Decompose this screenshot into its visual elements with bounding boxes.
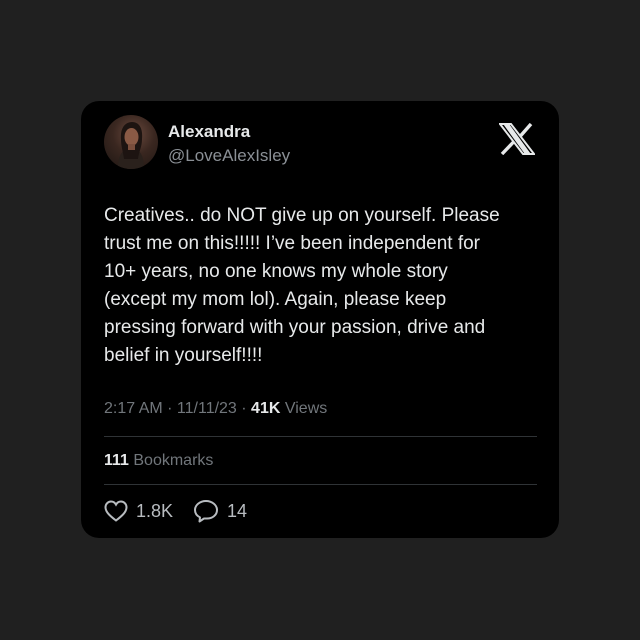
tweet-time[interactable]: 2:17 AM [104, 400, 163, 417]
like-button[interactable]: 1.8K [104, 500, 173, 522]
reply-icon [194, 500, 219, 523]
tweet-meta: 2:17 AM · 11/11/23 · 41K Views [104, 400, 327, 418]
divider [104, 484, 537, 485]
author-handle[interactable]: @LoveAlexIsley [168, 146, 290, 166]
tweet-date[interactable]: 11/11/23 [177, 400, 237, 417]
avatar[interactable] [104, 115, 158, 169]
meta-separator: · [162, 400, 177, 417]
heart-icon [104, 500, 128, 522]
replies-count: 14 [227, 500, 248, 521]
avatar-photo-icon [118, 122, 144, 169]
views-count: 41K [251, 400, 281, 417]
bookmarks-stat[interactable]: 111 Bookmarks [104, 452, 213, 470]
views-label: Views [280, 400, 328, 417]
likes-count: 1.8K [136, 500, 174, 521]
x-logo-icon [499, 123, 535, 155]
tweet-card: Alexandra @LoveAlexIsley Creatives.. do … [81, 101, 559, 538]
reply-button[interactable]: 14 [193, 499, 247, 523]
author-name[interactable]: Alexandra [168, 122, 250, 142]
tweet-text: Creatives.. do NOT give up on yourself. … [104, 205, 500, 366]
bookmarks-label: Bookmarks [128, 452, 214, 469]
meta-separator: · [236, 400, 252, 417]
action-bar: 1.8K 14 [104, 499, 267, 523]
bookmarks-count: 111 [104, 452, 129, 469]
divider [104, 436, 537, 437]
